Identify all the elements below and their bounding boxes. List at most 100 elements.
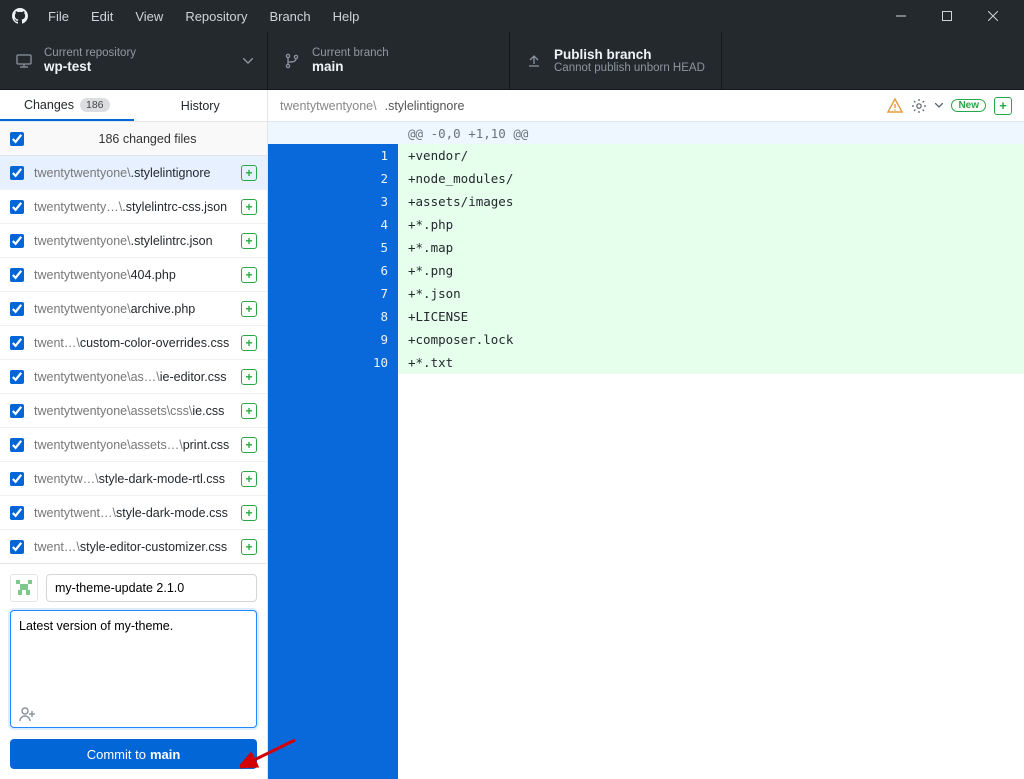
sidebar: Changes 186 History 186 changed files tw… — [0, 90, 268, 779]
publish-subtitle: Cannot publish unborn HEAD — [554, 62, 705, 74]
changes-count-badge: 186 — [80, 98, 110, 112]
file-row[interactable]: twentytwentyone\.stylelintignore + — [0, 156, 267, 190]
changed-files-list: twentytwentyone\.stylelintignore+twentyt… — [0, 156, 267, 563]
diff-line-added: +assets/images — [398, 190, 1024, 213]
file-row[interactable]: twent…\custom-color-overrides.css + — [0, 326, 267, 360]
added-file-icon: + — [241, 233, 257, 249]
add-file-icon[interactable]: + — [994, 97, 1012, 115]
menu-branch[interactable]: Branch — [259, 5, 320, 28]
file-name: twentytwentyone\assets…\print.css — [34, 438, 231, 452]
menu-view[interactable]: View — [125, 5, 173, 28]
menu-file[interactable]: File — [38, 5, 79, 28]
current-repository-button[interactable]: Current repository wp-test — [0, 32, 268, 89]
maximize-button[interactable] — [924, 0, 970, 32]
file-checkbox[interactable] — [10, 200, 24, 214]
git-branch-icon — [284, 53, 300, 69]
file-name: twentytwentyone\archive.php — [34, 302, 231, 316]
changes-summary-row: 186 changed files — [0, 122, 267, 156]
commit-button[interactable]: Commit to main — [10, 739, 257, 769]
file-checkbox[interactable] — [10, 336, 24, 350]
file-checkbox[interactable] — [10, 370, 24, 384]
file-name: twentytw…\style-dark-mode-rtl.css — [34, 472, 231, 486]
file-row[interactable]: twentytwentyone\.stylelintrc.json+ — [0, 224, 267, 258]
add-coauthor-icon[interactable] — [18, 705, 36, 723]
file-checkbox[interactable] — [10, 404, 24, 418]
file-row[interactable]: twentytwentyone\as…\ie-editor.css + — [0, 360, 267, 394]
close-button[interactable] — [970, 0, 1016, 32]
commit-box: Latest version of my-theme. Commit to ma… — [0, 563, 267, 779]
minimize-button[interactable] — [878, 0, 924, 32]
line-number: 10 — [268, 351, 398, 374]
line-number: 3 — [268, 190, 398, 213]
repo-label: Current repository — [44, 47, 136, 59]
file-checkbox[interactable] — [10, 268, 24, 282]
added-file-icon: + — [241, 199, 257, 215]
repo-name: wp-test — [44, 59, 136, 74]
file-checkbox[interactable] — [10, 506, 24, 520]
file-checkbox[interactable] — [10, 438, 24, 452]
diff-code: @@ -0,0 +1,10 @@ +vendor/+node_modules/+… — [398, 122, 1024, 779]
author-avatar — [10, 574, 38, 602]
added-file-icon: + — [241, 335, 257, 351]
diff-panel: twentytwentyone\.stylelintignore New + 1… — [268, 90, 1024, 779]
commit-button-branch: main — [150, 747, 180, 762]
warning-icon[interactable] — [887, 98, 903, 114]
branch-label: Current branch — [312, 47, 389, 59]
added-file-icon: + — [241, 369, 257, 385]
added-file-icon: + — [241, 505, 257, 521]
file-row[interactable]: twent…\style-editor-customizer.css+ — [0, 530, 267, 563]
gear-icon[interactable] — [911, 98, 927, 114]
diff-line-added: +*.json — [398, 282, 1024, 305]
added-file-icon: + — [241, 403, 257, 419]
menu-repository[interactable]: Repository — [175, 5, 257, 28]
file-path-bar: twentytwentyone\.stylelintignore New + — [268, 90, 1024, 122]
chevron-down-icon — [243, 58, 253, 64]
current-branch-button[interactable]: Current branch main — [268, 32, 510, 89]
select-all-checkbox[interactable] — [10, 132, 24, 146]
file-name: twent…\custom-color-overrides.css — [34, 336, 231, 350]
line-number: 8 — [268, 305, 398, 328]
app-menu: File Edit View Repository Branch Help — [38, 5, 369, 28]
file-name: twentytwentyone\assets\css\ie.css — [34, 404, 231, 418]
sidebar-tabs: Changes 186 History — [0, 90, 267, 122]
file-row[interactable]: twentytwenty…\.stylelintrc-css.json+ — [0, 190, 267, 224]
file-name: twentytwentyone\.stylelintignore — [34, 166, 231, 180]
diff-line-added: +*.png — [398, 259, 1024, 282]
tab-history[interactable]: History — [134, 90, 268, 121]
menu-edit[interactable]: Edit — [81, 5, 123, 28]
file-row[interactable]: twentytwentyone\assets\css\ie.css + — [0, 394, 267, 428]
file-row[interactable]: twentytwent…\style-dark-mode.css + — [0, 496, 267, 530]
file-name: twent…\style-editor-customizer.css — [34, 540, 231, 554]
titlebar: File Edit View Repository Branch Help — [0, 0, 1024, 32]
file-name: twentytwent…\style-dark-mode.css — [34, 506, 231, 520]
file-row[interactable]: twentytw…\style-dark-mode-rtl.css + — [0, 462, 267, 496]
tab-changes[interactable]: Changes 186 — [0, 90, 134, 121]
commit-summary-input[interactable] — [46, 574, 257, 602]
added-file-icon: + — [241, 471, 257, 487]
changed-files-count: 186 changed files — [38, 132, 257, 146]
line-number: 9 — [268, 328, 398, 351]
diff-line-added: +*.txt — [398, 351, 1024, 374]
file-row[interactable]: twentytwentyone\404.php+ — [0, 258, 267, 292]
commit-description-input[interactable]: Latest version of my-theme. — [10, 610, 257, 728]
file-checkbox[interactable] — [10, 540, 24, 554]
file-row[interactable]: twentytwentyone\assets…\print.css+ — [0, 428, 267, 462]
file-checkbox[interactable] — [10, 302, 24, 316]
diff-line-added: +LICENSE — [398, 305, 1024, 328]
publish-branch-button[interactable]: Publish branch Cannot publish unborn HEA… — [510, 32, 722, 89]
line-number: 1 — [268, 144, 398, 167]
file-checkbox[interactable] — [10, 166, 24, 180]
commit-button-prefix: Commit to — [87, 747, 146, 762]
diff-gutter: 12345678910 — [268, 122, 398, 779]
file-row[interactable]: twentytwentyone\archive.php+ — [0, 292, 267, 326]
file-checkbox[interactable] — [10, 472, 24, 486]
diff-line-added: +node_modules/ — [398, 167, 1024, 190]
chevron-down-icon[interactable] — [935, 103, 943, 108]
file-name: twentytwentyone\as…\ie-editor.css — [34, 370, 231, 384]
menu-help[interactable]: Help — [323, 5, 370, 28]
file-checkbox[interactable] — [10, 234, 24, 248]
line-number: 7 — [268, 282, 398, 305]
added-file-icon: + — [241, 165, 257, 181]
diff-hunk-header: @@ -0,0 +1,10 @@ — [398, 122, 1024, 144]
path-file: .stylelintignore — [385, 99, 465, 113]
